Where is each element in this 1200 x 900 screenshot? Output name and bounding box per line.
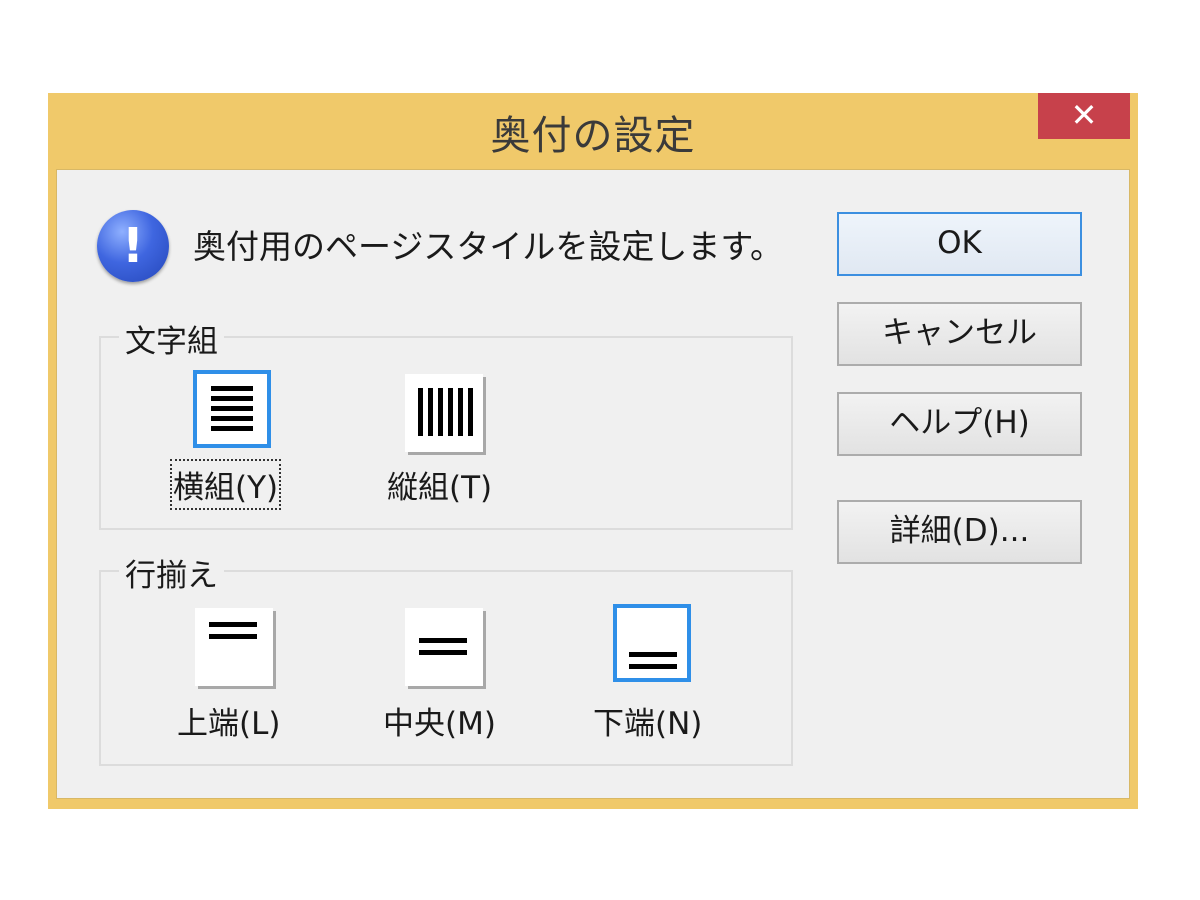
align-bottom-option[interactable]: [613, 604, 691, 682]
align-bottom-label[interactable]: 下端(N): [593, 698, 702, 743]
dialog-window: 奥付の設定 ✕ ! 奥付用のページスタイルを設定します。 文字組 横組(Y) 縦…: [48, 93, 1138, 809]
title-bar[interactable]: 奥付の設定 ✕: [48, 93, 1138, 169]
align-top-option[interactable]: [195, 608, 273, 686]
close-button[interactable]: ✕: [1038, 93, 1130, 139]
horizontal-text-icon: [211, 386, 253, 431]
align-top-label[interactable]: 上端(L): [177, 698, 280, 743]
vertical-text-icon: [418, 388, 473, 436]
horizontal-text-label[interactable]: 横組(Y): [169, 459, 282, 510]
alignment-group-label: 行揃え: [119, 550, 224, 595]
horizontal-text-option[interactable]: [193, 370, 271, 448]
align-bottom-icon: [629, 652, 677, 669]
close-icon: ✕: [1070, 96, 1098, 134]
vertical-text-option[interactable]: [405, 374, 483, 452]
text-direction-group-label: 文字組: [119, 316, 224, 361]
help-button[interactable]: ヘルプ(H): [837, 392, 1082, 456]
text-direction-group: 文字組 横組(Y) 縦組(T): [99, 316, 793, 530]
details-button[interactable]: 詳細(D)...: [837, 500, 1082, 564]
cancel-button[interactable]: キャンセル: [837, 302, 1082, 366]
dialog-title: 奥付の設定: [490, 113, 696, 159]
align-middle-icon: [419, 638, 467, 655]
alignment-group: 行揃え 上端(L) 中央(M) 下端(N): [99, 550, 793, 766]
vertical-text-label[interactable]: 縦組(T): [387, 462, 492, 507]
align-middle-option[interactable]: [405, 608, 483, 686]
info-exclamation-icon: !: [97, 210, 169, 282]
message-text: 奥付用のページスタイルを設定します。: [193, 227, 784, 266]
dialog-client-area: ! 奥付用のページスタイルを設定します。 文字組 横組(Y) 縦組(T) 行揃え…: [56, 169, 1130, 799]
ok-button[interactable]: OK: [837, 212, 1082, 276]
align-top-icon: [209, 622, 257, 639]
align-middle-label[interactable]: 中央(M): [383, 698, 496, 743]
